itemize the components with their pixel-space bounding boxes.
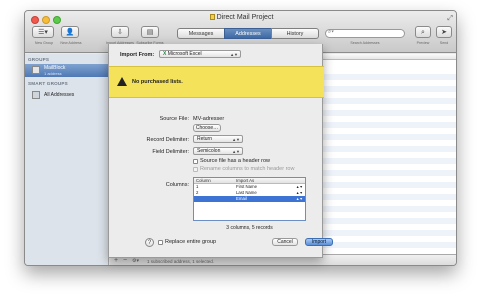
- new-address-button[interactable]: 👤: [61, 26, 79, 38]
- replace-group-label: Replace entire group: [165, 239, 217, 245]
- record-delimiter-popup[interactable]: Return ▲▼: [193, 135, 243, 143]
- group-icon: [32, 66, 40, 74]
- sidebar: GROUPS MailBlock 1 address SMART GROUPS …: [25, 54, 109, 265]
- fullscreen-icon[interactable]: ⤢: [447, 15, 453, 23]
- columns-summary: 3 columns, 5 records: [226, 225, 273, 231]
- columns-table[interactable]: Column Import As 1 First Name ▲▼ 2 Last …: [193, 177, 306, 221]
- row-popup-arrows-icon: ▲▼: [295, 197, 303, 201]
- import-sheet: Import From: X Microsoft Excel ▲▼ No pur…: [108, 44, 333, 258]
- remove-icon[interactable]: −: [123, 257, 127, 264]
- tab-history[interactable]: History: [271, 28, 319, 39]
- sidebar-item-mailblock[interactable]: MailBlock 1 address: [25, 64, 109, 77]
- search-label: Search Addresses: [350, 41, 380, 45]
- preview-label: Preview: [416, 41, 430, 45]
- source-file-value: MV-adresser: [193, 116, 225, 122]
- import-from-popup[interactable]: X Microsoft Excel ▲▼: [159, 50, 241, 58]
- smart-group-label: All Addresses: [44, 92, 75, 98]
- form-icon: ▤: [146, 29, 154, 36]
- rename-columns-checkbox[interactable]: [193, 167, 198, 172]
- gear-icon[interactable]: ⚙▾: [132, 258, 139, 264]
- search-input[interactable]: ⌕▾: [325, 29, 405, 38]
- header-row-label: Source file has a header row: [200, 158, 271, 164]
- field-delimiter-label: Field Delimiter:: [152, 149, 189, 155]
- tab-addresses[interactable]: Addresses: [224, 28, 272, 39]
- search-icon: ⌕▾: [328, 29, 334, 35]
- tab-messages[interactable]: Messages: [177, 28, 225, 39]
- list-icon: ☰▾: [38, 29, 48, 36]
- import-button[interactable]: Import: [305, 238, 333, 246]
- subscribe-forms-button[interactable]: ▤: [141, 26, 159, 38]
- document-icon: [209, 14, 215, 21]
- smart-group-icon: [32, 91, 40, 99]
- add-icon[interactable]: +: [114, 257, 118, 264]
- rename-columns-label: Rename columns to match header row: [200, 166, 295, 172]
- help-icon[interactable]: ?: [145, 238, 154, 247]
- group-count: 1 address: [44, 71, 62, 76]
- source-file-label: Source File:: [159, 116, 189, 122]
- send-icon: ➤: [441, 29, 447, 36]
- header-row-checkbox[interactable]: [193, 159, 198, 164]
- new-address-label: New Address: [60, 41, 82, 45]
- window-title: Direct Mail Project: [25, 14, 456, 21]
- cancel-button[interactable]: Cancel: [272, 238, 298, 246]
- send-button[interactable]: ➤: [436, 26, 452, 38]
- import-from-value: Microsoft Excel: [167, 51, 202, 57]
- new-group-button[interactable]: ☰▾: [32, 26, 54, 38]
- record-delimiter-label: Record Delimiter:: [146, 137, 189, 143]
- excel-icon: X: [163, 51, 167, 57]
- import-from-label: Import From:: [120, 52, 155, 58]
- smart-groups-header: SMART GROUPS: [28, 81, 68, 86]
- warning-icon: [117, 77, 127, 86]
- send-label: Send: [439, 41, 449, 45]
- warning-banner: No purchased lists.: [109, 66, 324, 98]
- status-text: 1 subscribed address, 1 selected.: [147, 259, 215, 264]
- preview-button[interactable]: ⌕: [415, 26, 431, 38]
- magnifier-icon: ⌕: [421, 29, 425, 36]
- sidebar-item-all-addresses[interactable]: All Addresses: [25, 89, 109, 101]
- warning-text: No purchased lists.: [132, 79, 183, 85]
- import-addresses-button[interactable]: ⇩: [111, 26, 129, 38]
- download-icon: ⇩: [117, 29, 123, 36]
- field-delimiter-value: Semicolon: [197, 148, 221, 154]
- field-delimiter-popup[interactable]: Semicolon ▲▼: [193, 147, 243, 155]
- popup-arrows-icon: ▲▼: [232, 137, 240, 142]
- record-delimiter-value: Return: [197, 136, 213, 142]
- import-as-cell: Email: [236, 196, 247, 201]
- groups-header: GROUPS: [28, 57, 50, 62]
- choose-button[interactable]: Choose…: [193, 124, 221, 132]
- person-icon: 👤: [65, 29, 75, 36]
- replace-group-checkbox[interactable]: [158, 240, 163, 245]
- columns-label: Columns:: [165, 182, 189, 188]
- table-row-selected[interactable]: Email ▲▼: [194, 196, 305, 202]
- popup-arrows-icon: ▲▼: [230, 52, 238, 57]
- popup-arrows-icon: ▲▼: [232, 149, 240, 154]
